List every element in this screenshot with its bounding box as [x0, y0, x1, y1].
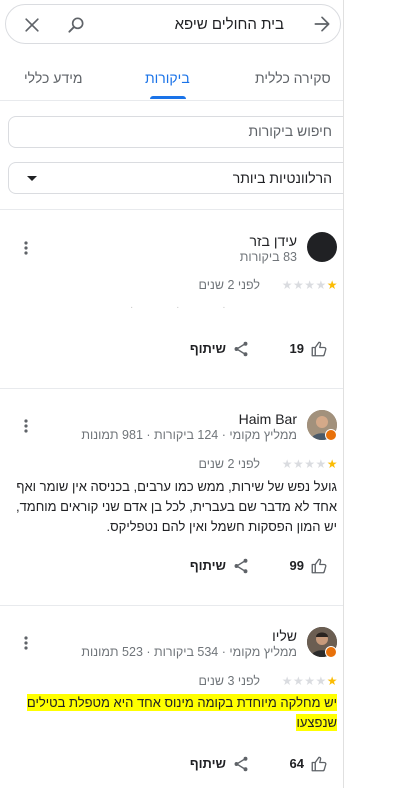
review-date: לפני 2 שנים: [198, 278, 260, 292]
search-reviews-input[interactable]: חיפוש ביקורות: [8, 116, 344, 148]
share-button[interactable]: שיתוף: [190, 756, 226, 771]
review-actions: 64 שיתוף: [0, 753, 344, 777]
arrow-back-icon[interactable]: [312, 14, 332, 34]
review-card: שליו ממליץ מקומי · 534 ביקורות · 523 תמו…: [0, 613, 344, 788]
sort-selected-value: הרלוונטיות ביותר: [232, 170, 332, 186]
tab-bar: סקירה כללית ביקורות מידע כללי: [0, 58, 344, 101]
like-count: 64: [289, 756, 304, 771]
reviewer-name[interactable]: Haim Bar: [239, 411, 297, 427]
faint-placeholder: · · ·: [130, 302, 246, 313]
search-query[interactable]: בית החולים שיפא: [175, 16, 284, 33]
like-count: 19: [289, 341, 304, 356]
review-actions: 99 שיתוף: [0, 555, 344, 579]
reviewer-meta: ממליץ מקומי · 124 ביקורות · 981 תמונות: [81, 428, 297, 442]
review-actions: 19 שיתוף: [0, 338, 344, 362]
reviewer-meta: 83 ביקורות: [239, 250, 297, 264]
reviewer-name[interactable]: שליו: [272, 628, 297, 644]
review-text: יש מחלקה מיוחדת בקומה מינוס אחד היא מטפל…: [5, 693, 337, 733]
highlighted-text: יש מחלקה מיוחדת בקומה מינוס אחד היא מטפל…: [26, 694, 337, 711]
review-date: לפני 2 שנים: [198, 457, 260, 471]
tab-overview[interactable]: סקירה כללית: [255, 70, 331, 86]
review-date: לפני 3 שנים: [198, 674, 260, 688]
share-button[interactable]: שיתוף: [190, 341, 226, 356]
review-card: עידן בזר 83 ביקורות ★★★★★ לפני 2 שנים · …: [0, 218, 344, 386]
local-guide-badge: [325, 646, 337, 658]
review-card: Haim Bar ממליץ מקומי · 124 ביקורות · 981…: [0, 396, 344, 606]
tab-about[interactable]: מידע כללי: [24, 70, 82, 86]
divider: [0, 605, 344, 606]
share-icon[interactable]: [232, 755, 250, 773]
thumbs-up-icon[interactable]: [310, 340, 328, 358]
tab-reviews[interactable]: ביקורות: [145, 70, 190, 86]
search-icon[interactable]: [66, 15, 86, 35]
more-options-icon[interactable]: [20, 635, 32, 651]
reviewer-meta: ממליץ מקומי · 534 ביקורות · 523 תמונות: [81, 645, 297, 659]
star-rating: ★★★★★: [281, 278, 338, 292]
close-icon[interactable]: [22, 15, 42, 35]
divider: [0, 388, 344, 389]
thumbs-up-icon[interactable]: [310, 557, 328, 575]
caret-down-icon: [27, 176, 37, 181]
share-icon[interactable]: [232, 557, 250, 575]
star-rating: ★★★★★: [281, 457, 338, 471]
more-options-icon[interactable]: [20, 240, 32, 256]
avatar[interactable]: [307, 232, 337, 262]
tab-active-indicator: [150, 96, 186, 99]
sort-dropdown[interactable]: הרלוונטיות ביותר: [8, 162, 344, 194]
review-text: גועל נפש של שירות, ממש כמו ערבים, בכניסה…: [15, 479, 337, 534]
more-options-icon[interactable]: [20, 418, 32, 434]
like-count: 99: [289, 558, 304, 573]
share-icon[interactable]: [232, 340, 250, 358]
divider: [0, 209, 344, 210]
reviewer-name[interactable]: עידן בזר: [250, 233, 297, 249]
share-button[interactable]: שיתוף: [190, 558, 226, 573]
panel-border: [343, 0, 344, 788]
local-guide-badge: [325, 429, 337, 441]
side-panel: בית החולים שיפא סקירה כללית ביקורות מידע…: [0, 0, 344, 788]
highlighted-text: שנפצעו: [296, 714, 337, 731]
star-rating: ★★★★★: [281, 674, 338, 688]
search-box[interactable]: בית החולים שיפא: [5, 4, 341, 44]
thumbs-up-icon[interactable]: [310, 755, 328, 773]
search-reviews-placeholder: חיפוש ביקורות: [248, 123, 332, 139]
